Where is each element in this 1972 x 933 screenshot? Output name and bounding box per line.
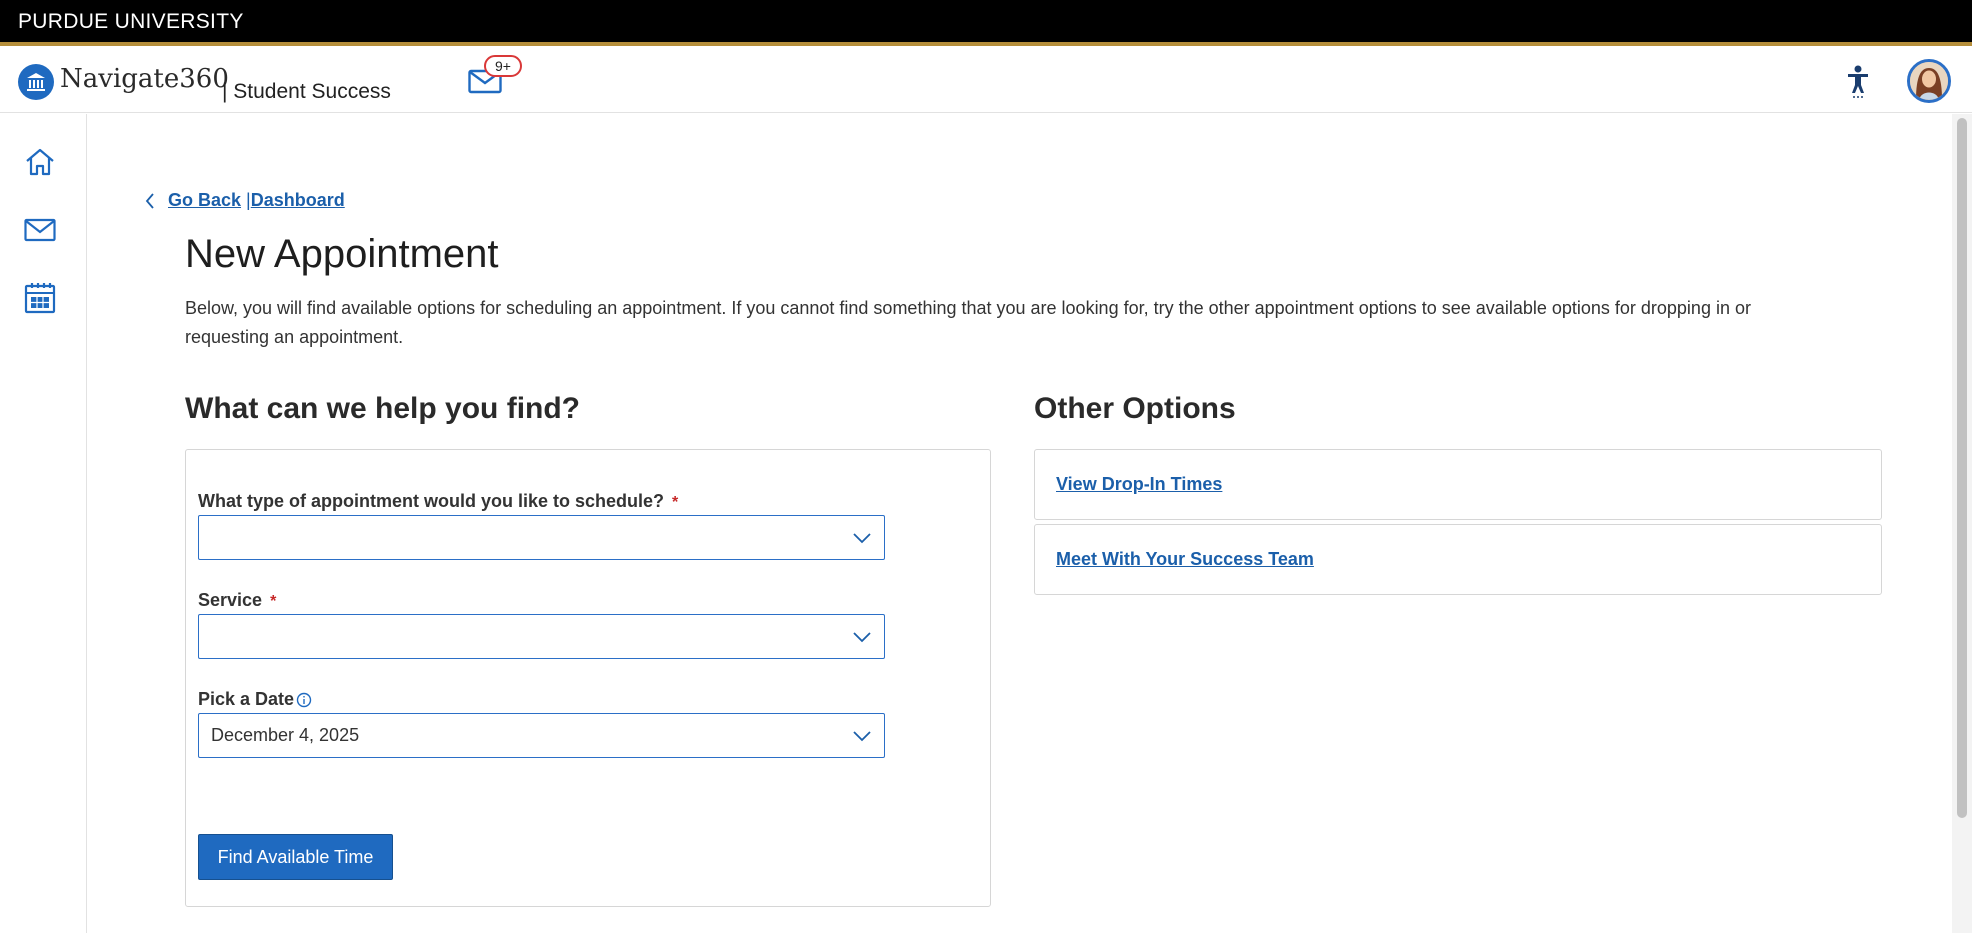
vertical-scrollbar[interactable] (1952, 114, 1972, 933)
service-label-text: Service (198, 590, 263, 610)
university-name: PURDUE UNIVERSITY (18, 10, 244, 33)
sidebar-item-calendar[interactable] (20, 278, 60, 318)
sidebar-item-messages[interactable] (20, 210, 60, 250)
appointment-search-form: What type of appointment would you like … (185, 449, 991, 907)
chevron-down-icon (853, 533, 871, 544)
view-drop-in-times-link[interactable]: View Drop-In Times (1056, 474, 1222, 495)
navigate-logo-icon[interactable] (18, 64, 54, 100)
page-title: New Appointment (185, 232, 499, 276)
left-sidebar (0, 114, 87, 933)
meet-success-team-link[interactable]: Meet With Your Success Team (1056, 549, 1314, 570)
unread-count-badge: 9+ (484, 55, 522, 77)
scrollbar-thumb[interactable] (1957, 118, 1967, 818)
accessibility-button[interactable] (1840, 63, 1876, 99)
date-picker[interactable]: December 4, 2025 (198, 713, 885, 758)
chevron-left-icon[interactable] (144, 192, 156, 210)
go-back-link[interactable]: Go Back (168, 190, 241, 211)
find-available-time-button[interactable]: Find Available Time (198, 834, 393, 880)
required-marker: * (270, 593, 277, 610)
breadcrumb: Go Back | Dashboard (144, 190, 345, 211)
service-select[interactable] (198, 614, 885, 659)
brand-name[interactable]: Navigate360 (60, 64, 229, 94)
appointment-type-label-text: What type of appointment would you like … (198, 491, 665, 511)
form-section-title: What can we help you find? (185, 392, 581, 425)
sidebar-item-home[interactable] (20, 142, 60, 182)
chevron-down-icon (853, 632, 871, 643)
dashboard-link[interactable]: Dashboard (251, 190, 345, 211)
brand-subtitle: | Student Success (222, 80, 391, 103)
appointment-type-label: What type of appointment would you like … (198, 491, 678, 512)
accessibility-icon (1848, 65, 1868, 98)
option-card-success-team: Meet With Your Success Team (1034, 524, 1882, 595)
page-intro: Below, you will find available options f… (185, 298, 1751, 347)
service-label: Service * (198, 590, 276, 611)
date-value: December 4, 2025 (211, 725, 360, 745)
app-header: Navigate360 | Student Success 9+ (0, 50, 1972, 113)
option-card-drop-in: View Drop-In Times (1034, 449, 1882, 520)
calendar-icon (24, 283, 56, 314)
info-icon[interactable] (296, 692, 312, 708)
appointment-type-select[interactable] (198, 515, 885, 560)
date-label-text: Pick a Date (198, 689, 295, 709)
home-icon (26, 148, 54, 176)
required-marker: * (672, 494, 679, 511)
user-avatar[interactable] (1907, 59, 1951, 103)
university-bar: PURDUE UNIVERSITY (0, 0, 1972, 46)
mail-icon (24, 218, 56, 242)
other-options-title: Other Options (1034, 392, 1236, 425)
date-label: Pick a Date (198, 689, 312, 710)
chevron-down-icon (853, 731, 871, 742)
